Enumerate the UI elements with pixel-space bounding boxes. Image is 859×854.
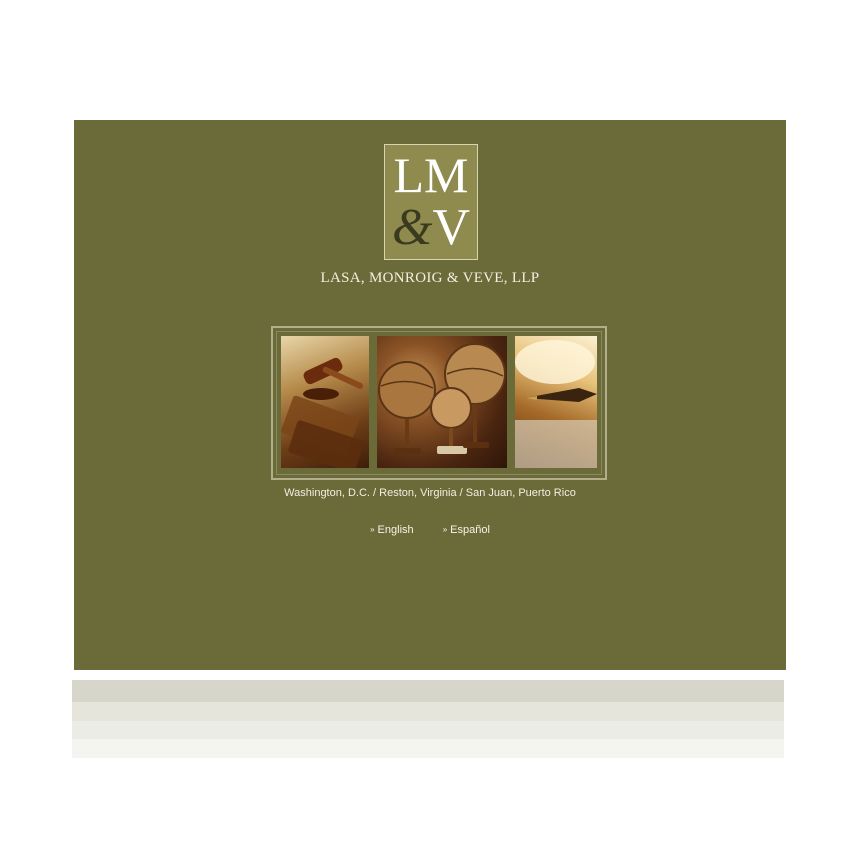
pen-illustration [515, 340, 597, 468]
photo-frame [271, 326, 607, 480]
logo-initials-lm: LM [393, 147, 469, 203]
footer-bar [72, 739, 784, 758]
english-link-label: English [377, 524, 414, 536]
footer-bar [72, 702, 784, 721]
firm-name: LASA, MONROIG & VEVE, LLP [320, 270, 540, 286]
chevron-right-icon: » [442, 525, 448, 534]
spanish-link[interactable]: » Español [443, 524, 490, 536]
splash-page: LM &V LASA, MONROIG & VEVE, LLP Washingt… [0, 0, 859, 854]
office-locations: Washington, D.C. / Reston, Virginia / Sa… [284, 487, 576, 499]
gavel-and-book-photo [281, 336, 369, 468]
footer-bar [72, 721, 784, 739]
firm-logo: LM &V [384, 144, 478, 260]
antique-globes-photo [377, 336, 507, 468]
fountain-pen-photo [515, 336, 597, 468]
english-link[interactable]: » English [370, 524, 414, 536]
chevron-right-icon: » [370, 525, 375, 534]
globes-illustration [378, 343, 506, 454]
logo-letter-v: V [432, 199, 470, 256]
spanish-link-label: Español [450, 524, 490, 536]
main-panel: LM &V LASA, MONROIG & VEVE, LLP Washingt… [74, 120, 786, 670]
footer-bar [72, 680, 784, 702]
gavel-illustration [281, 357, 364, 468]
language-selector: » English » Español [74, 524, 786, 536]
logo-initials-amp-v: &V [385, 201, 477, 255]
logo-ampersand: & [391, 199, 433, 256]
